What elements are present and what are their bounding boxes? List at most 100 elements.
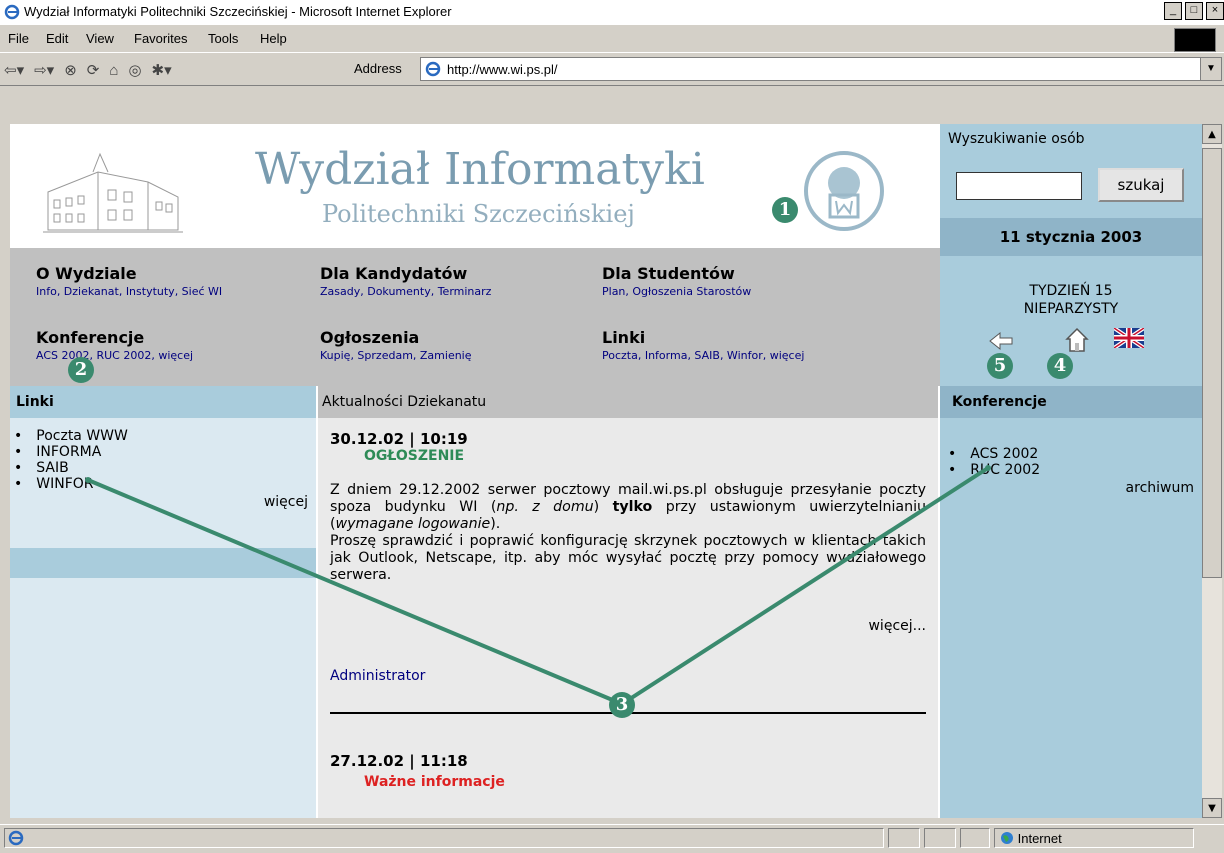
conference-item[interactable]: ACS 2002 (948, 446, 1202, 462)
nav-ogloszenia: Ogłoszenia Kupię, Sprzedam, Zamienię (320, 328, 472, 362)
link-item[interactable]: WINFOR (10, 476, 316, 492)
menu-tools[interactable]: Tools (208, 31, 238, 46)
nav-heading[interactable]: Dla Kandydatów (320, 264, 491, 283)
site-header: Wydział Informatyki Politechniki Szczeci… (10, 124, 940, 248)
menu-edit[interactable]: Edit (46, 31, 68, 46)
nav-links[interactable]: Info, Dziekanat, Instytuty, Sieć WI (36, 285, 222, 298)
conferences-heading: Konferencje (940, 386, 1202, 418)
menu-favorites[interactable]: Favorites (134, 31, 187, 46)
search-title: Wyszukiwanie osób (940, 124, 1198, 154)
callout-badge: 1 (772, 197, 798, 223)
search-icon[interactable]: ◎ (128, 61, 141, 79)
globe-icon (1001, 832, 1013, 844)
news-date: 27.12.02 | 11:18 (330, 752, 468, 770)
nav-dla-studentow: Dla Studentów Plan, Ogłoszenia Starostów (602, 264, 751, 298)
callout-badge: 4 (1047, 353, 1073, 379)
week-number: TYDZIEŃ 15 (1029, 283, 1113, 299)
nav-heading[interactable]: Dla Studentów (602, 264, 751, 283)
archive-link[interactable]: archiwum (1126, 480, 1194, 496)
address-label: Address (354, 61, 402, 76)
menu-bar: File Edit View Favorites Tools Help (0, 24, 1224, 53)
callout-badge: 2 (68, 357, 94, 383)
news-category: OGŁOSZENIE (364, 448, 465, 464)
menu-file[interactable]: File (8, 31, 29, 46)
favorites-icon[interactable]: ✱▾ (152, 61, 172, 79)
toolbar: ⇦▾ ⇨▾ ⊗ ⟳ ⌂ ◎ ✱▾ Address http://www.wi.p… (0, 52, 1224, 86)
nav-linki: Linki Poczta, Informa, SAIB, Winfor, wię… (602, 328, 804, 362)
news-date: 30.12.02 | 10:19 (330, 430, 468, 448)
news-more-link[interactable]: więcej... (330, 618, 926, 634)
building-illustration (43, 152, 183, 233)
nav-heading[interactable]: Konferencje (36, 328, 193, 347)
news-category: Ważne informacje (364, 774, 505, 790)
scroll-thumb[interactable] (1202, 148, 1222, 578)
address-bar[interactable]: http://www.wi.ps.pl/ (420, 57, 1204, 81)
close-button[interactable]: × (1206, 2, 1224, 20)
scroll-down-icon[interactable]: ▼ (1202, 798, 1222, 818)
status-bar: Internet (0, 824, 1224, 853)
links-panel-footer (10, 548, 316, 578)
links-more-link[interactable]: więcej (264, 494, 308, 510)
callout-badge: 3 (609, 692, 635, 718)
callout-badge: 5 (987, 353, 1013, 379)
links-panel: Linki Poczta WWW INFORMA SAIB WINFOR wię… (10, 386, 316, 818)
conferences-panel: Konferencje ACS 2002 RUC 2002 archiwum (940, 386, 1202, 818)
link-item[interactable]: SAIB (10, 460, 316, 476)
windows-logo-icon (1174, 28, 1216, 52)
nav-dla-kandydatow: Dla Kandydatów Zasady, Dokumenty, Termin… (320, 264, 491, 298)
minimize-button[interactable]: _ (1164, 2, 1182, 20)
window-title: Wydział Informatyki Politechniki Szczeci… (24, 4, 452, 19)
conference-item[interactable]: RUC 2002 (948, 462, 1202, 478)
maximize-button[interactable]: □ (1185, 2, 1203, 20)
scroll-up-icon[interactable]: ▲ (1202, 124, 1222, 144)
people-search-panel: Wyszukiwanie osób szukaj 11 stycznia 200… (940, 124, 1202, 386)
back-arrow-icon[interactable] (988, 330, 1014, 352)
vertical-scrollbar[interactable]: ▲ ▼ (1202, 124, 1222, 818)
forward-icon[interactable]: ⇨▾ (34, 61, 54, 79)
site-title: Wydział Informatyki (255, 144, 705, 195)
nav-links[interactable]: Poczta, Informa, SAIB, Winfor, więcej (602, 349, 804, 362)
link-item[interactable]: INFORMA (10, 444, 316, 460)
status-pane (888, 828, 920, 848)
nav-heading[interactable]: Ogłoszenia (320, 328, 472, 347)
link-item[interactable]: Poczta WWW (10, 428, 316, 444)
zone-indicator: Internet (1000, 831, 1062, 846)
nav-konferencje: Konferencje ACS 2002, RUC 2002, więcej (36, 328, 193, 362)
home-page-icon[interactable] (1064, 326, 1090, 354)
search-button[interactable]: szukaj (1098, 168, 1184, 202)
zone-label: Internet (1017, 831, 1062, 846)
menu-help[interactable]: Help (260, 31, 287, 46)
status-pane (924, 828, 956, 848)
address-url: http://www.wi.ps.pl/ (447, 62, 558, 77)
nav-heading[interactable]: O Wydziale (36, 264, 222, 283)
links-heading: Linki (10, 386, 316, 418)
nav-heading[interactable]: Linki (602, 328, 804, 347)
main-nav: O Wydziale Info, Dziekanat, Instytuty, S… (10, 248, 940, 386)
news-author-link[interactable]: Administrator (330, 668, 926, 684)
address-dropdown-icon[interactable]: ▼ (1200, 57, 1222, 81)
week-parity: NIEPARZYSTY (1023, 301, 1119, 317)
status-text-pane (4, 828, 884, 848)
search-input[interactable] (956, 172, 1082, 200)
stop-icon[interactable]: ⊗ (64, 61, 77, 79)
title-bar: Wydział Informatyki Politechniki Szczeci… (0, 0, 1224, 24)
news-body: Z dniem 29.12.2002 serwer pocztowy mail.… (330, 482, 927, 583)
nav-links[interactable]: Plan, Ogłoszenia Starostów (602, 285, 751, 298)
back-icon[interactable]: ⇦▾ (4, 61, 24, 79)
news-heading: Aktualności Dziekanatu (318, 386, 938, 418)
university-seal-icon (804, 151, 884, 231)
nav-links[interactable]: Zasady, Dokumenty, Terminarz (320, 285, 491, 298)
current-date: 11 stycznia 2003 (940, 218, 1202, 256)
week-info: TYDZIEŃ 15 NIEPARZYSTY (940, 282, 1202, 318)
nav-links[interactable]: Kupię, Sprzedam, Zamienię (320, 349, 472, 362)
site-subtitle: Politechniki Szczecińskiej (322, 200, 635, 228)
nav-links[interactable]: ACS 2002, RUC 2002, więcej (36, 349, 193, 362)
page-viewport: Wydział Informatyki Politechniki Szczeci… (10, 124, 1202, 818)
news-panel: Aktualności Dziekanatu 30.12.02 | 10:19 … (318, 386, 938, 818)
refresh-icon[interactable]: ⟳ (87, 61, 100, 79)
english-flag-icon[interactable] (1114, 328, 1144, 348)
status-pane (960, 828, 990, 848)
nav-o-wydziale: O Wydziale Info, Dziekanat, Instytuty, S… (36, 264, 222, 298)
menu-view[interactable]: View (86, 31, 114, 46)
home-icon[interactable]: ⌂ (109, 62, 118, 79)
